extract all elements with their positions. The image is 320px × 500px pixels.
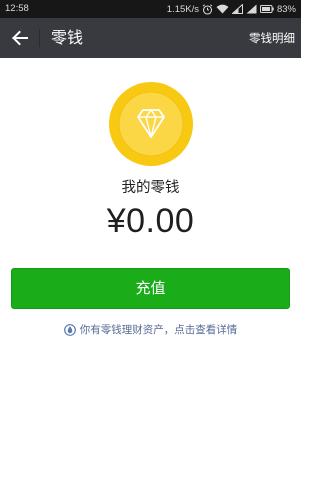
status-indicators: 1.15K/s 83% <box>167 2 296 16</box>
battery-icon <box>259 5 274 13</box>
page-title: 零钱 <box>51 28 84 47</box>
alarm-icon <box>202 3 213 15</box>
wealth-drop-icon <box>63 323 76 336</box>
balance-details-button[interactable]: 零钱明细 <box>249 30 295 46</box>
signal-icon <box>231 4 243 14</box>
arrow-left-icon <box>12 30 28 46</box>
wifi-icon <box>216 4 229 14</box>
status-bar: 12:58 1.15K/s 83% <box>0 0 301 18</box>
balance-amount: ¥0.00 <box>106 202 195 240</box>
wealth-assets-text: 你有零钱理财资产，点击查看详情 <box>79 324 238 336</box>
network-speed: 1.15K/s <box>166 3 199 15</box>
topup-button[interactable]: 充值 <box>11 268 290 309</box>
back-button[interactable] <box>6 24 34 52</box>
signal-icon <box>246 4 257 14</box>
wealth-assets-link[interactable]: 你有零钱理财资产，点击查看详情 <box>0 322 301 337</box>
balance-label: 我的零钱 <box>121 180 180 196</box>
wallet-balance-screen: 12:58 1.15K/s 83% 零钱 零钱明细 我的零钱 ¥0.00 充值 … <box>0 0 301 500</box>
app-bar-divider <box>39 29 40 47</box>
status-time: 12:58 <box>5 3 29 14</box>
app-bar: 零钱 零钱明细 <box>0 18 301 58</box>
diamond-coin-icon <box>108 81 194 167</box>
battery-percent: 83% <box>276 3 296 15</box>
